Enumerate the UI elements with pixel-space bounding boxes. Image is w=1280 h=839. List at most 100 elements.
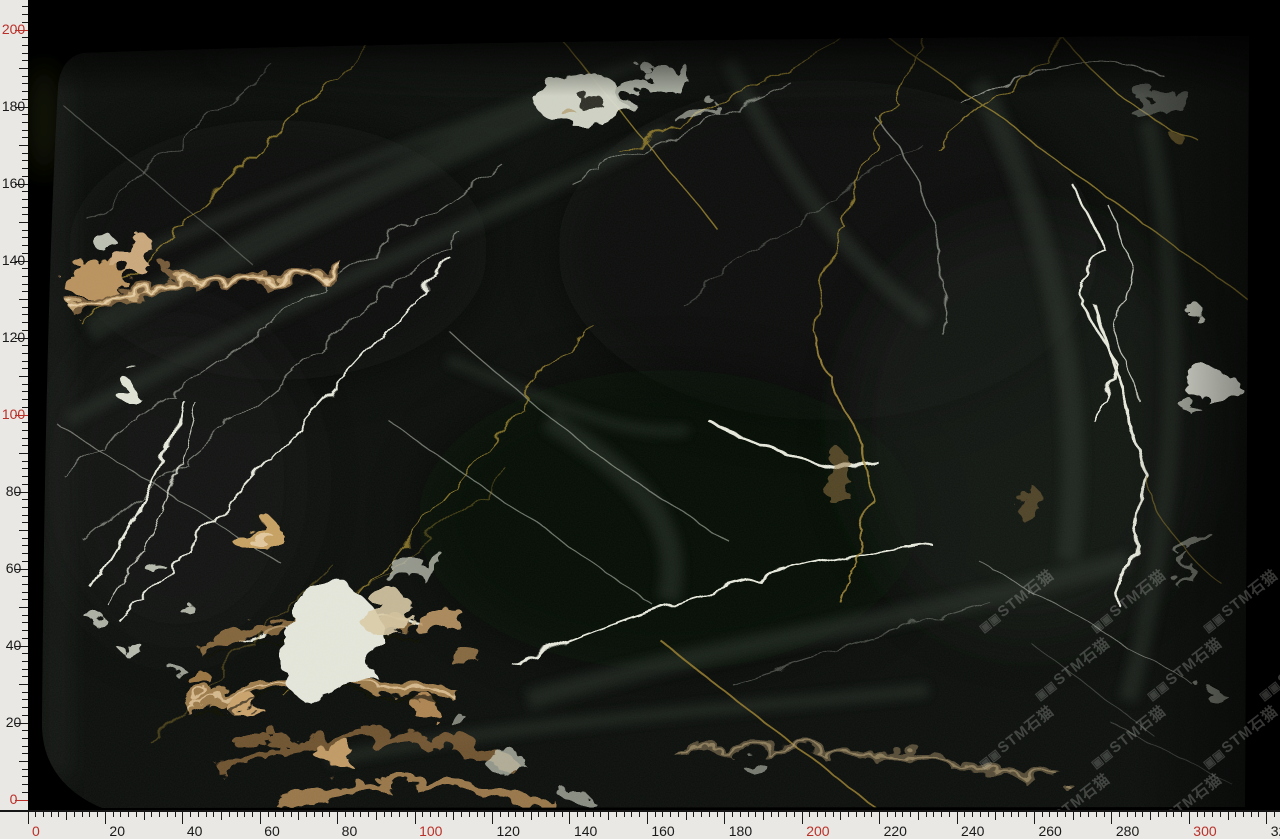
ruler-tick <box>22 692 28 693</box>
ruler-tick <box>748 812 749 817</box>
ruler-tick <box>484 812 485 817</box>
ruler-tick <box>1189 812 1190 824</box>
ruler-tick <box>22 137 28 138</box>
ruler-label: 80 <box>342 824 358 839</box>
ruler-tick <box>22 168 28 169</box>
ruler-tick <box>58 812 59 817</box>
ruler-tick <box>105 812 106 824</box>
ruler-tick <box>22 114 28 115</box>
ruler-tick <box>523 812 524 817</box>
ruler-tick <box>190 812 191 817</box>
slab-image <box>28 0 1280 810</box>
ruler-tick <box>918 812 919 820</box>
ruler-tick <box>902 812 903 817</box>
ruler-tick <box>97 812 98 817</box>
ruler-tick <box>833 812 834 817</box>
ruler-label: 40 <box>0 638 27 653</box>
ruler-tick <box>237 812 238 817</box>
ruler-label: 140 <box>574 824 597 839</box>
ruler-tick <box>89 812 90 817</box>
ruler-tick <box>22 237 28 238</box>
ruler-label: 20 <box>0 715 27 730</box>
ruler-tick <box>22 699 28 700</box>
ruler-tick <box>22 422 28 423</box>
ruler-tick <box>1258 812 1259 817</box>
ruler-tick <box>778 812 779 817</box>
ruler-tick <box>477 812 478 817</box>
ruler-tick <box>22 468 28 469</box>
ruler-tick <box>22 499 28 500</box>
ruler-label: 180 <box>0 99 27 114</box>
ruler-tick <box>1127 812 1128 817</box>
ruler-tick <box>19 376 28 377</box>
ruler-tick <box>616 812 617 817</box>
ruler-tick <box>22 576 28 577</box>
ruler-tick <box>995 812 996 820</box>
ruler-tick <box>1011 812 1012 817</box>
ruler-tick <box>260 812 261 824</box>
ruler-tick <box>22 368 28 369</box>
ruler-label: 240 <box>961 824 984 839</box>
ruler-tick <box>229 812 230 817</box>
ruler-tick <box>840 812 841 820</box>
ruler-tick <box>151 812 152 817</box>
ruler-tick <box>337 812 338 824</box>
ruler-tick <box>22 153 28 154</box>
ruler-tick <box>809 812 810 817</box>
ruler-tick <box>298 812 299 820</box>
ruler-tick <box>608 812 609 820</box>
ruler-label: 60 <box>0 561 27 576</box>
ruler-tick <box>368 812 369 817</box>
ruler-tick <box>22 592 28 593</box>
ruler-tick <box>1049 812 1050 817</box>
ruler-label: 220 <box>884 824 907 839</box>
ruler-label: 160 <box>0 176 27 191</box>
ruler-tick <box>22 230 28 231</box>
ruler-tick <box>19 607 28 608</box>
ruler-tick <box>724 812 725 824</box>
ruler-tick <box>66 812 67 820</box>
ruler-tick <box>22 676 28 677</box>
ruler-tick <box>22 361 28 362</box>
ruler-tick <box>662 812 663 817</box>
ruler-tick <box>508 812 509 817</box>
ruler-tick <box>1057 812 1058 817</box>
ruler-tick <box>1204 812 1205 817</box>
ruler-tick <box>22 384 28 385</box>
left-ruler: 200180160140120100806040200 <box>0 0 28 839</box>
ruler-label: 160 <box>651 824 674 839</box>
ruler-tick <box>136 812 137 817</box>
ruler-tick <box>22 630 28 631</box>
ruler-tick <box>22 669 28 670</box>
ruler-tick <box>1243 812 1244 817</box>
ruler-tick <box>492 812 493 824</box>
ruler-tick <box>856 812 857 817</box>
ruler-tick <box>198 812 199 817</box>
ruler-tick <box>802 812 803 824</box>
ruler-tick <box>1181 812 1182 817</box>
ruler-tick <box>22 461 28 462</box>
ruler-tick <box>562 812 563 817</box>
ruler-tick <box>1212 812 1213 817</box>
ruler-tick <box>360 812 361 817</box>
ruler-tick <box>19 222 28 223</box>
ruler-tick <box>144 812 145 820</box>
ruler-tick <box>22 53 28 54</box>
ruler-tick <box>113 812 114 817</box>
ruler-tick <box>28 812 29 824</box>
ruler-tick <box>22 345 28 346</box>
ruler-tick <box>22 522 28 523</box>
ruler-tick <box>655 812 656 817</box>
ruler-tick <box>763 812 764 820</box>
ruler-tick <box>1104 812 1105 817</box>
ruler-tick <box>1042 812 1043 817</box>
ruler-tick <box>848 812 849 817</box>
ruler-label: 60 <box>264 824 280 839</box>
ruler-tick <box>82 812 83 817</box>
ruler-label: 20 <box>109 824 125 839</box>
ruler-tick <box>22 322 28 323</box>
ruler-tick <box>794 812 795 817</box>
ruler-tick <box>1150 812 1151 820</box>
slab-scan-viewer: { "watermark": { "logo": "▣▣", "text": "… <box>0 0 1280 839</box>
ruler-label: 200 <box>0 22 27 37</box>
